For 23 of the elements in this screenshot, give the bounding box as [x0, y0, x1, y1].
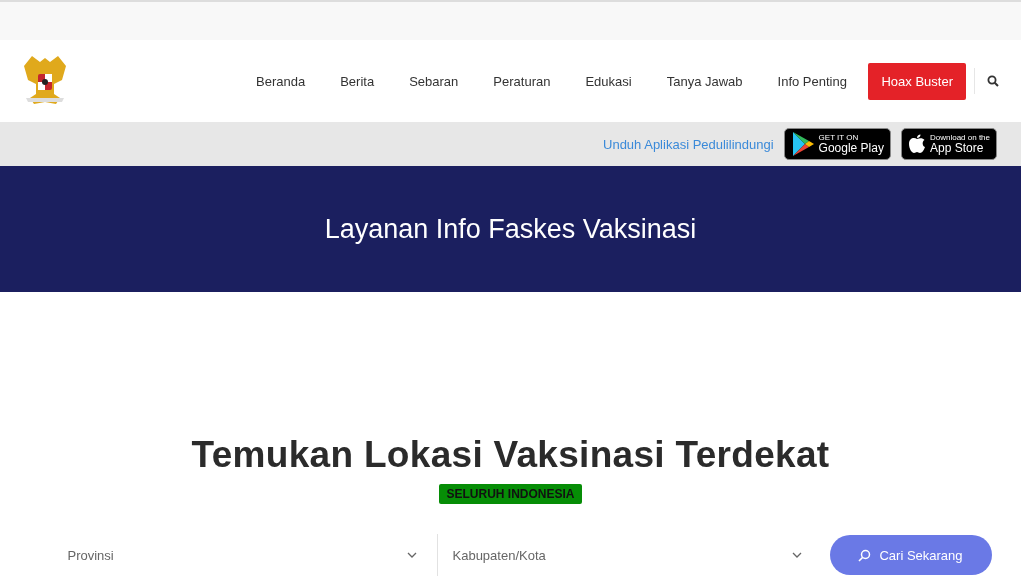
chevron-down-icon — [791, 552, 802, 558]
nav-link[interactable]: Info Penting — [760, 73, 865, 89]
region-badge: SELURUH INDONESIA — [439, 484, 582, 504]
select-field[interactable]: Kabupaten/Kota — [436, 534, 824, 576]
apple-icon — [907, 134, 926, 154]
search-heading: Temukan Lokasi Vaksinasi Terdekat — [191, 434, 830, 476]
nav-link[interactable]: Edukasi — [567, 73, 650, 89]
nav-link[interactable]: Sebaran — [391, 73, 476, 89]
download-app-text: Unduh Aplikasi Pedulilindungi — [603, 136, 774, 152]
chevron-down-icon — [406, 552, 417, 558]
play-triangle-icon — [790, 131, 815, 157]
store-badge-button[interactable]: Download on the App Store — [900, 128, 997, 160]
search-button[interactable]: Cari Sekarang — [829, 535, 992, 575]
store-badge-button[interactable]: GET IT ON Google Play — [783, 128, 891, 160]
nav-link[interactable]: Berita — [322, 73, 392, 89]
nav-link[interactable]: Peraturan — [475, 73, 568, 89]
banner-title: Layanan Info Faskes Vaksinasi — [324, 213, 697, 245]
nav-link[interactable]: Beranda — [238, 73, 323, 89]
nav-link[interactable]: Tanya Jawab — [649, 73, 761, 89]
search-icon — [858, 548, 872, 562]
search-icon[interactable] — [987, 75, 999, 87]
select-field[interactable]: Provinsi — [29, 534, 437, 576]
nav-button[interactable]: Hoax Buster — [868, 62, 966, 100]
